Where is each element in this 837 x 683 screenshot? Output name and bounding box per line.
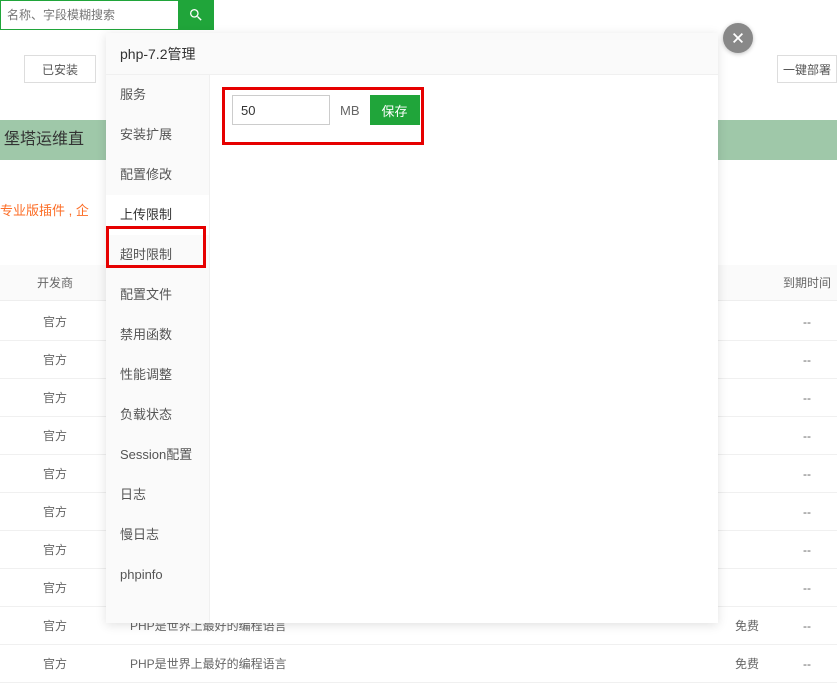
cell-expire: -- bbox=[777, 429, 837, 443]
cell-dev: 官方 bbox=[0, 541, 110, 558]
cell-dev: 官方 bbox=[0, 351, 110, 368]
cell-dev: 官方 bbox=[0, 427, 110, 444]
search-bar bbox=[0, 0, 214, 30]
sidebar-item-service[interactable]: 服务 bbox=[106, 75, 209, 115]
table-row: 官方 PHP是世界上最好的编程语言 免费 -- bbox=[0, 645, 837, 683]
cell-dev: 官方 bbox=[0, 389, 110, 406]
cell-expire: -- bbox=[777, 657, 837, 671]
cell-expire: -- bbox=[777, 315, 837, 329]
sidebar-item-log[interactable]: 日志 bbox=[106, 475, 209, 515]
cell-dev: 官方 bbox=[0, 579, 110, 596]
deploy-button[interactable]: 一键部署 bbox=[777, 55, 837, 83]
sidebar-item-config-edit[interactable]: 配置修改 bbox=[106, 155, 209, 195]
unit-label: MB bbox=[340, 103, 360, 118]
search-button[interactable] bbox=[178, 0, 214, 30]
sidebar-item-load-status[interactable]: 负载状态 bbox=[106, 395, 209, 435]
cell-dev: 官方 bbox=[0, 465, 110, 482]
cell-expire: -- bbox=[777, 467, 837, 481]
sidebar-item-session[interactable]: Session配置 bbox=[106, 435, 209, 475]
sidebar-item-slow-log[interactable]: 慢日志 bbox=[106, 515, 209, 555]
sidebar-item-config-file[interactable]: 配置文件 bbox=[106, 275, 209, 315]
upload-limit-form: MB 保存 bbox=[222, 87, 430, 133]
header-expire: 到期时间 bbox=[777, 274, 837, 291]
sidebar-item-install-ext[interactable]: 安装扩展 bbox=[106, 115, 209, 155]
cell-expire: -- bbox=[777, 543, 837, 557]
modal-title: php-7.2管理 bbox=[106, 33, 718, 75]
cell-dev: 官方 bbox=[0, 655, 110, 672]
cell-expire: -- bbox=[777, 581, 837, 595]
sidebar-item-perf-tune[interactable]: 性能调整 bbox=[106, 355, 209, 395]
cell-price: 免费 bbox=[717, 655, 777, 672]
cell-desc: PHP是世界上最好的编程语言 bbox=[110, 655, 717, 672]
close-icon bbox=[731, 31, 745, 45]
sidebar-item-disable-func[interactable]: 禁用函数 bbox=[106, 315, 209, 355]
cell-dev: 官方 bbox=[0, 617, 110, 634]
modal-sidebar: 服务 安装扩展 配置修改 上传限制 超时限制 配置文件 禁用函数 性能调整 负载… bbox=[106, 75, 210, 623]
search-input[interactable] bbox=[0, 0, 178, 30]
search-icon bbox=[188, 7, 204, 23]
php-manage-modal: php-7.2管理 服务 安装扩展 配置修改 上传限制 超时限制 配置文件 禁用… bbox=[106, 33, 718, 623]
modal-body: 服务 安装扩展 配置修改 上传限制 超时限制 配置文件 禁用函数 性能调整 负载… bbox=[106, 75, 718, 623]
header-dev: 开发商 bbox=[0, 274, 110, 291]
cell-dev: 官方 bbox=[0, 313, 110, 330]
cell-price: 免费 bbox=[717, 617, 777, 634]
cell-expire: -- bbox=[777, 619, 837, 633]
upload-limit-input[interactable] bbox=[232, 95, 330, 125]
sidebar-item-timeout[interactable]: 超时限制 bbox=[106, 235, 209, 275]
close-button[interactable] bbox=[723, 23, 753, 53]
cell-dev: 官方 bbox=[0, 503, 110, 520]
cell-expire: -- bbox=[777, 353, 837, 367]
sidebar-item-phpinfo[interactable]: phpinfo bbox=[106, 555, 209, 595]
cell-expire: -- bbox=[777, 391, 837, 405]
installed-button[interactable]: 已安装 bbox=[24, 55, 96, 83]
modal-content: MB 保存 bbox=[210, 75, 718, 623]
cell-expire: -- bbox=[777, 505, 837, 519]
save-button[interactable]: 保存 bbox=[370, 95, 420, 125]
sidebar-item-upload-limit[interactable]: 上传限制 bbox=[106, 195, 209, 235]
